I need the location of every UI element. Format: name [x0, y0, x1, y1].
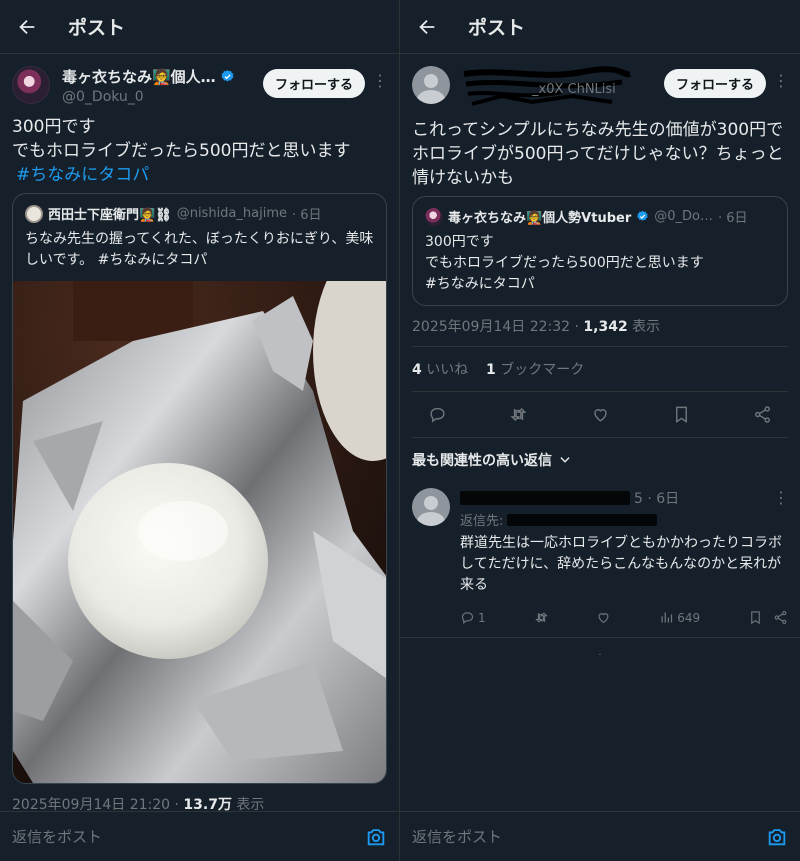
reply-reply-button[interactable]: 1: [460, 610, 486, 625]
left-post-pane: ポスト 毒ヶ衣ちなみ🧑‍🏫個人… @0_Doku_0 フォローする ⋮ 300円…: [0, 0, 400, 861]
camera-icon[interactable]: [365, 826, 387, 848]
quote-text: ちなみ先生の握ってくれた、ぼったくりおにぎり、美味しいです。 #ちなみにタコパ: [25, 231, 374, 268]
views-icon: [661, 612, 673, 623]
repost-icon: [534, 612, 548, 623]
verified-badge-icon: [637, 210, 648, 221]
reply-icon[interactable]: [428, 405, 447, 424]
avatar[interactable]: [12, 66, 50, 104]
quote-author-name: 毒ヶ衣ちなみ🧑‍🏫個人勢Vtuber: [448, 211, 632, 226]
chevron-down-icon: [560, 457, 570, 463]
back-arrow-icon: [19, 19, 35, 34]
reply-time: 5 · 6日: [634, 491, 680, 507]
share-icon[interactable]: [773, 610, 788, 625]
quote-author-name: 西田士下座衛門🧑‍🏫⛓: [48, 208, 172, 223]
quote-text: 300円です でもホロライブだったら500円だと思います #ちなみにタコパ: [425, 234, 704, 292]
engagement-stats: 4 いいね 1 ブックマーク: [412, 346, 788, 392]
quote-avatar: [25, 204, 43, 223]
onigiri-photo[interactable]: [13, 281, 387, 783]
quoted-post[interactable]: 西田士下座衛門🧑‍🏫⛓ @nishida_hajime · 6日 ちなみ先生の握…: [12, 193, 387, 784]
reply-repost-button[interactable]: [534, 610, 549, 625]
view-count: 1,342: [583, 319, 628, 335]
camera-icon[interactable]: [766, 826, 788, 848]
back-button[interactable]: [0, 0, 54, 54]
post-author: _x0X ChNLisi フォローする ⋮: [400, 54, 800, 106]
bookmark-icon[interactable]: [748, 610, 763, 625]
reply-input[interactable]: 返信をポスト: [412, 826, 766, 847]
author-handle-fragment: _x0X ChNLisi: [532, 82, 616, 97]
redacted-reply-to: [507, 513, 658, 526]
hashtag-link[interactable]: #ちなみにタコパ: [12, 163, 387, 187]
reply-actions: 1 649: [460, 610, 788, 625]
reply-input[interactable]: 返信をポスト: [12, 826, 365, 847]
post-text: これってシンプルにちなみ先生の価値が300円でホロライブが500円ってだけじゃな…: [412, 120, 784, 188]
right-post-pane: ポスト _x0X ChNLisi フォローする ⋮ これってシンプルにちなみ先生…: [400, 0, 800, 861]
likes-stat[interactable]: 4 いいね: [412, 362, 468, 378]
top-bar: ポスト: [400, 0, 800, 54]
bookmark-icon[interactable]: [672, 405, 691, 424]
page-title: ポスト: [468, 17, 526, 39]
quote-avatar: [425, 207, 443, 226]
reply-icon: [461, 612, 474, 624]
bookmarks-stat[interactable]: 1 ブックマーク: [486, 362, 584, 378]
quote-author-handle: @0_Do…: [654, 209, 714, 224]
more-icon[interactable]: ⋮: [773, 488, 789, 507]
quote-time: · 6日: [718, 211, 748, 226]
redacted-username: [460, 491, 630, 505]
author-name[interactable]: 毒ヶ衣ちなみ🧑‍🏫個人…: [62, 66, 216, 87]
back-button[interactable]: [400, 0, 454, 54]
reply-to-label: 返信先:: [460, 514, 504, 529]
reply-like-button[interactable]: [596, 610, 611, 625]
top-bar: ポスト: [0, 0, 399, 54]
more-icon[interactable]: ⋮: [372, 71, 388, 90]
reply-views[interactable]: 649: [659, 610, 700, 625]
reply-text: 群道先生は一応ホロライブともかかわったりコラボしてただけに、辞めたらこんなもんな…: [460, 535, 782, 593]
quote-time: · 6日: [292, 208, 322, 223]
loading-dot: ·: [598, 650, 602, 661]
share-icon[interactable]: [753, 405, 772, 424]
post-timestamp: 2025年09月14日 22:32 · 1,342 表示: [412, 319, 661, 335]
quote-author-handle: @nishida_hajime: [176, 206, 287, 221]
verified-badge-icon: [221, 69, 234, 82]
like-icon: [598, 613, 609, 624]
back-arrow-icon: [419, 19, 435, 34]
quoted-post[interactable]: 毒ヶ衣ちなみ🧑‍🏫個人勢Vtuber @0_Do… · 6日 300円です でも…: [412, 196, 788, 306]
repost-icon[interactable]: [509, 405, 528, 424]
post-author: 毒ヶ衣ちなみ🧑‍🏫個人… @0_Doku_0 フォローする ⋮: [0, 54, 399, 105]
like-icon[interactable]: [591, 405, 610, 424]
more-icon[interactable]: ⋮: [773, 71, 789, 90]
action-bar: [412, 392, 788, 438]
avatar[interactable]: [412, 66, 450, 104]
reply-composer[interactable]: 返信をポスト: [400, 811, 800, 861]
avatar[interactable]: [412, 488, 450, 526]
reply-composer[interactable]: 返信をポスト: [0, 811, 399, 861]
post-text: 300円です でもホロライブだったら500円だと思います #ちなみにタコパ: [0, 105, 399, 187]
reply-sort-selector[interactable]: 最も関連性の高い返信: [400, 438, 800, 482]
reply-item[interactable]: 5 · 6日 返信先: 群道先生は一応ホロライブともかかわったりコラボしてただけ…: [400, 482, 800, 638]
follow-button[interactable]: フォローする: [262, 69, 365, 98]
follow-button[interactable]: フォローする: [663, 69, 766, 98]
page-title: ポスト: [68, 17, 126, 39]
